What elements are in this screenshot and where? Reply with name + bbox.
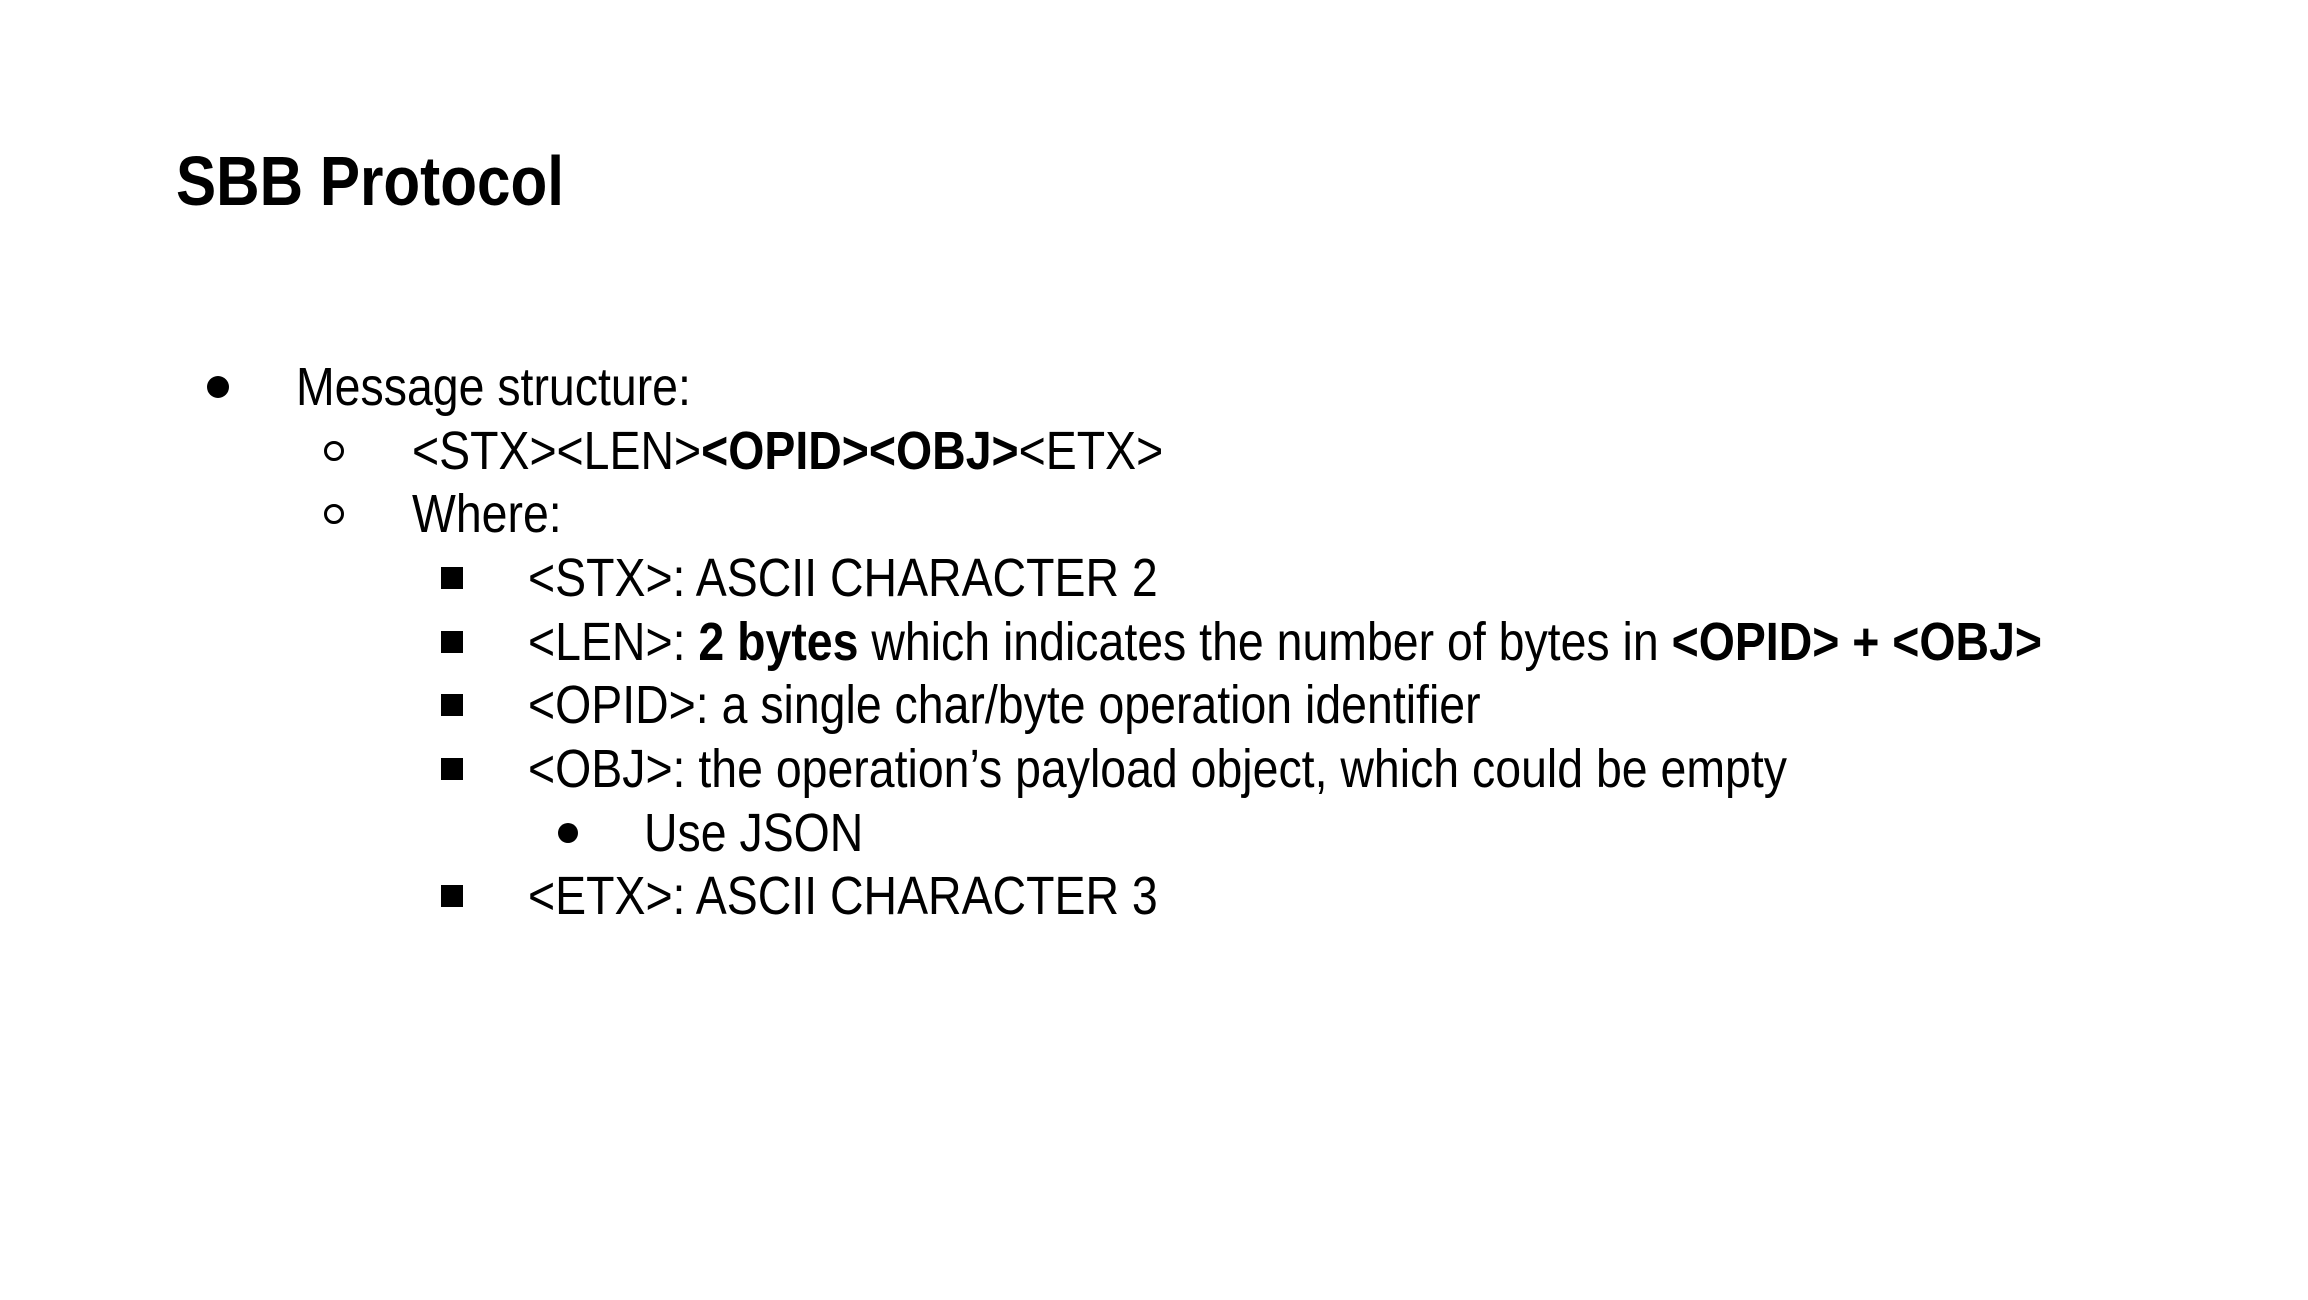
- square-bullet-icon: [432, 610, 472, 674]
- list-item-opid: <OPID>: a single char/byte operation ide…: [0, 673, 2308, 737]
- len-prefix: <LEN>:: [528, 612, 699, 672]
- list-item-label: <STX>: ASCII CHARACTER 2: [528, 548, 1158, 608]
- disc-bullet-icon: [548, 801, 588, 865]
- list-item-label: <ETX>: ASCII CHARACTER 3: [528, 866, 1158, 926]
- list-item-label: Use JSON: [644, 803, 864, 863]
- list-item-label: Where:: [412, 484, 562, 544]
- format-etx: <ETX>: [1018, 421, 1164, 481]
- format-text: <STX><LEN><OPID><OBJ><ETX>: [412, 419, 1163, 483]
- list-item-where: Where:: [0, 482, 2308, 546]
- slide: SBB Protocol Message structure: <STX><LE…: [0, 0, 2308, 1300]
- list-item-len: <LEN>: 2 bytes which indicates the numbe…: [0, 610, 2308, 674]
- format-opid-obj: <OPID><OBJ>: [701, 421, 1019, 481]
- list-item-format: <STX><LEN><OPID><OBJ><ETX>: [0, 419, 2308, 483]
- slide-title: SBB Protocol: [176, 142, 564, 220]
- list-item-use-json: Use JSON: [0, 801, 2308, 865]
- ring-bullet-icon: [314, 419, 354, 483]
- len-definition: <LEN>: 2 bytes which indicates the numbe…: [528, 610, 2042, 674]
- square-bullet-icon: [432, 546, 472, 610]
- list-item-obj: <OBJ>: the operation’s payload object, w…: [0, 737, 2308, 801]
- format-len: <LEN>: [556, 421, 702, 481]
- len-opid-obj: <OPID> + <OBJ>: [1671, 612, 2043, 672]
- square-bullet-icon: [432, 673, 472, 737]
- disc-bullet-icon: [198, 355, 238, 419]
- len-middle: which indicates the number of bytes in: [858, 612, 1672, 672]
- list-item-stx: <STX>: ASCII CHARACTER 2: [0, 546, 2308, 610]
- square-bullet-icon: [432, 737, 472, 801]
- list-item-etx: <ETX>: ASCII CHARACTER 3: [0, 864, 2308, 928]
- square-bullet-icon: [432, 864, 472, 928]
- list-item-label: <OPID>: a single char/byte operation ide…: [528, 675, 1481, 735]
- ring-bullet-icon: [314, 482, 354, 546]
- list-item-label: <OBJ>: the operation’s payload object, w…: [528, 739, 1787, 799]
- format-stx: <STX>: [412, 421, 557, 481]
- list-item-message-structure: Message structure:: [0, 355, 2308, 419]
- list-item-label: Message structure:: [296, 357, 691, 417]
- len-bytes: 2 bytes: [698, 612, 859, 672]
